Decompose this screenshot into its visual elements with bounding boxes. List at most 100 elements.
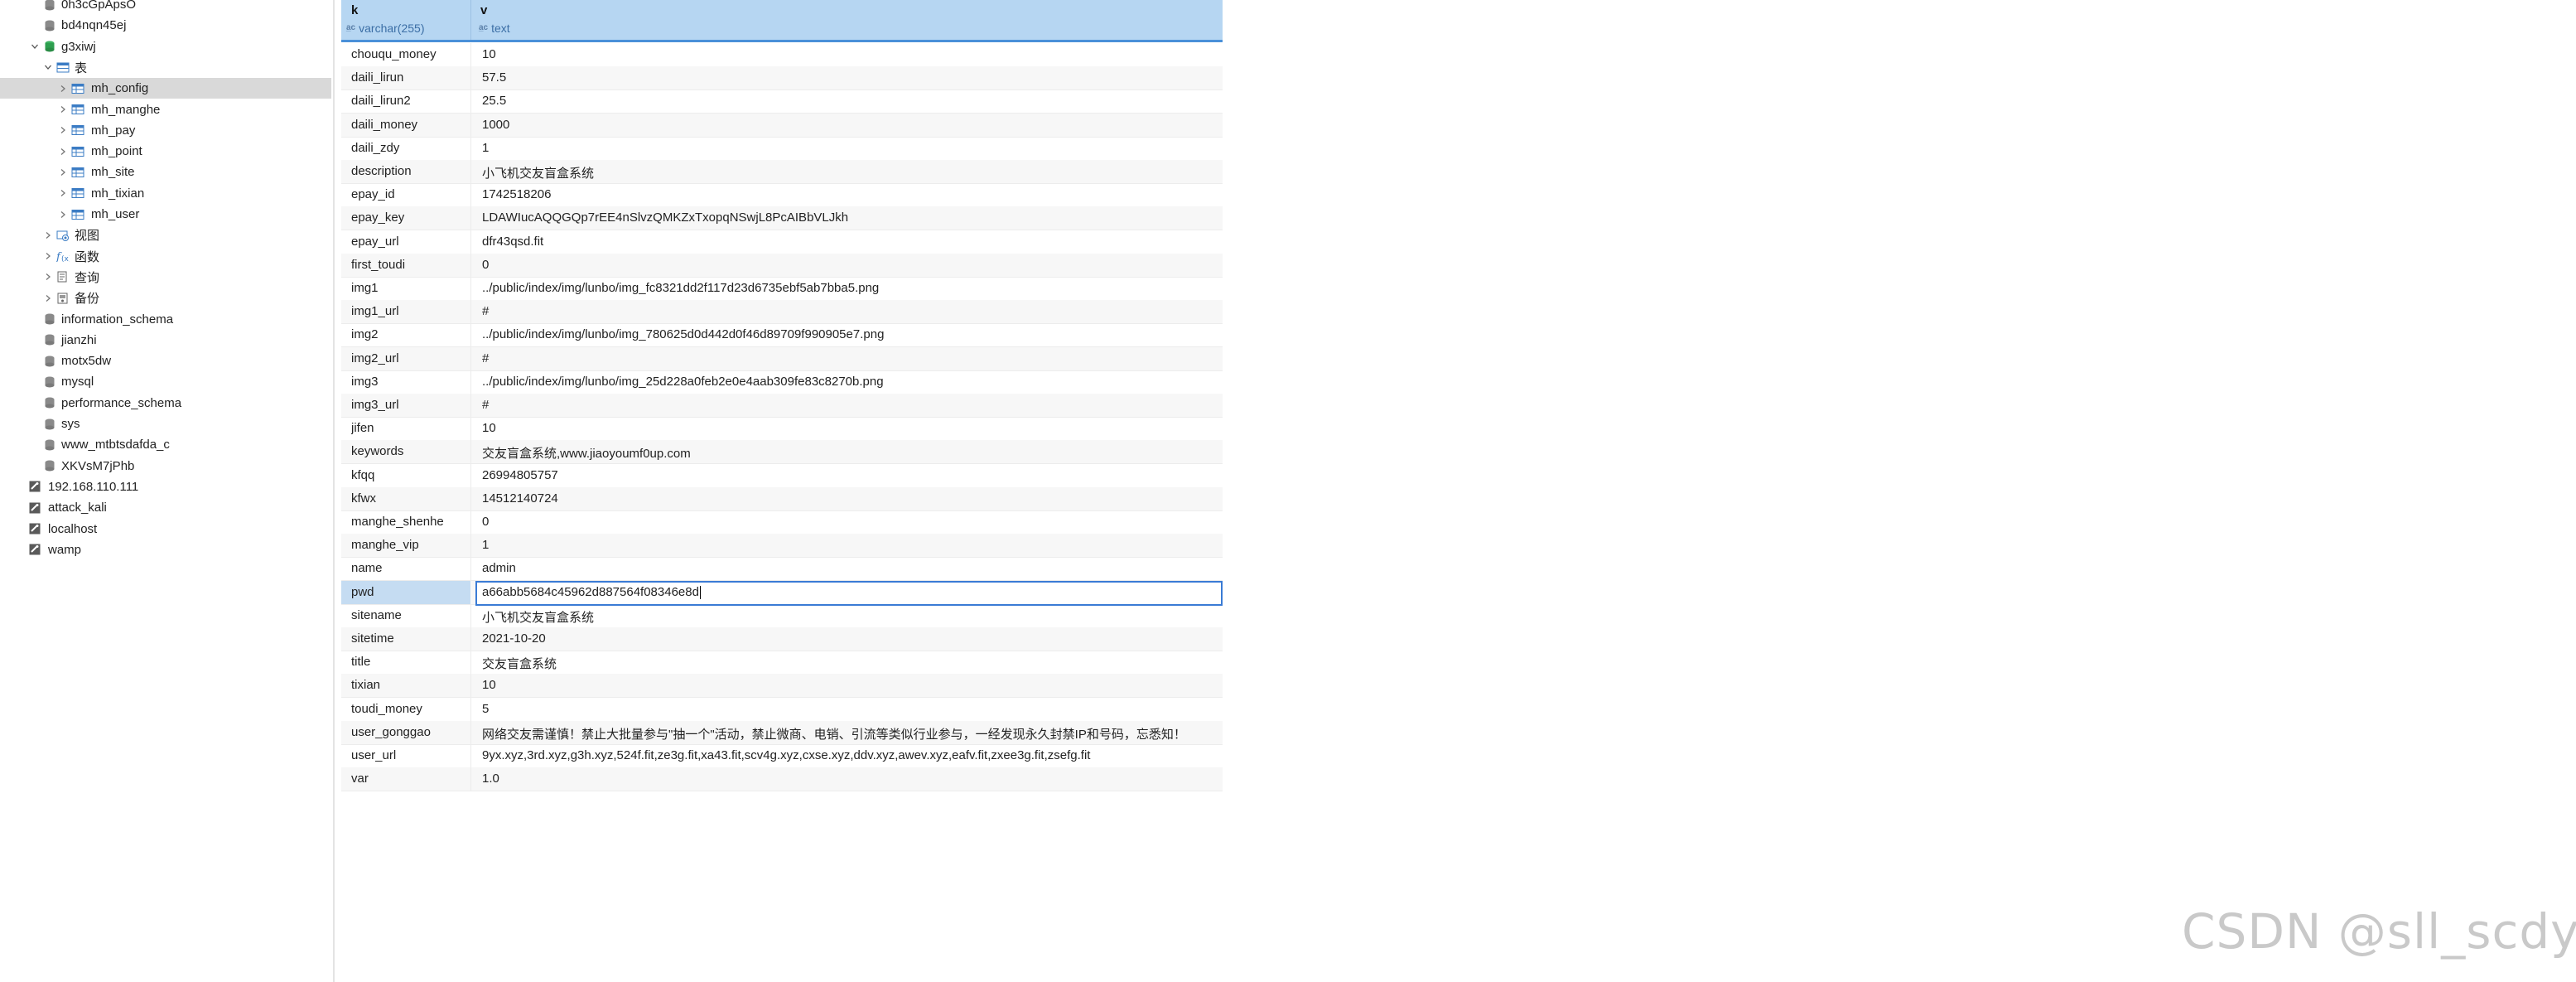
chevron-down-icon[interactable] <box>43 62 53 72</box>
cell-key[interactable]: jifen <box>351 421 467 435</box>
table-row[interactable]: daili_lirun2 25.5 <box>341 89 1223 114</box>
chevron-right-icon[interactable] <box>58 147 68 157</box>
chevron-right-icon[interactable] <box>58 84 68 94</box>
column-header-k[interactable]: k a̲c varchar(255) <box>341 0 470 40</box>
tree-item-192-168-110-111[interactable]: 192.168.110.111 <box>0 476 331 497</box>
cell-value[interactable]: 小飞机交友盲盒系统 <box>482 164 1219 181</box>
cell-key[interactable]: img1_url <box>351 304 467 318</box>
cell-value[interactable]: 1742518206 <box>482 187 1219 201</box>
cell-key[interactable]: daili_money <box>351 118 467 132</box>
table-row[interactable]: tixian 10 <box>341 674 1223 699</box>
table-row[interactable]: chouqu_money 10 <box>341 43 1223 67</box>
table-row[interactable]: user_url 9yx.xyz,3rd.xyz,g3h.xyz,524f.fit… <box>341 744 1223 768</box>
chevron-right-icon[interactable] <box>58 210 68 220</box>
cell-key[interactable]: user_gonggao <box>351 725 467 739</box>
cell-value[interactable]: 交友盲盒系统,www.jiaoyoumf0up.com <box>482 444 1219 462</box>
cell-value[interactable]: 9yx.xyz,3rd.xyz,g3h.xyz,524f.fit,ze3g.fi… <box>482 748 1219 762</box>
cell-key[interactable]: var <box>351 772 467 786</box>
cell-value[interactable]: ../public/index/img/lunbo/img_25d228a0fe… <box>482 375 1219 389</box>
cell-key[interactable]: toudi_money <box>351 702 467 716</box>
cell-key[interactable]: keywords <box>351 444 467 458</box>
cell-value[interactable]: 交友盲盒系统 <box>482 655 1219 672</box>
table-row[interactable]: epay_url dfr43qsd.fit <box>341 230 1223 254</box>
cell-key[interactable]: img3 <box>351 375 467 389</box>
table-row[interactable]: sitetime 2021-10-20 <box>341 627 1223 651</box>
chevron-right-icon[interactable] <box>58 167 68 177</box>
tree-item-xkvsm7jphb[interactable]: XKVsM7jPhb <box>0 456 331 476</box>
tree-item-mysql[interactable]: mysql <box>0 371 331 392</box>
table-row[interactable]: daili_zdy 1 <box>341 136 1223 161</box>
table-row[interactable]: img3 ../public/index/img/lunbo/img_25d228… <box>341 370 1223 394</box>
tree-item-attack-kali[interactable]: attack_kali <box>0 497 331 518</box>
chevron-right-icon[interactable] <box>58 188 68 198</box>
cell-value[interactable]: # <box>482 304 1219 318</box>
chevron-right-icon[interactable] <box>58 125 68 135</box>
tree-item-mh-point[interactable]: mh_point <box>0 141 331 162</box>
chevron-right-icon[interactable] <box>43 251 53 261</box>
chevron-right-icon[interactable] <box>43 272 53 282</box>
cell-key[interactable]: kfwx <box>351 491 467 506</box>
cell-value[interactable]: 10 <box>482 421 1219 435</box>
tree-item-jianzhi[interactable]: jianzhi <box>0 330 331 351</box>
cell-value[interactable]: 0 <box>482 515 1219 529</box>
table-row[interactable]: manghe_shenhe 0 <box>341 510 1223 535</box>
cell-value[interactable]: 1.0 <box>482 772 1219 786</box>
table-row[interactable]: img2 ../public/index/img/lunbo/img_780625… <box>341 323 1223 348</box>
cell-key[interactable]: img2_url <box>351 351 467 365</box>
table-row[interactable]: kfqq 26994805757 <box>341 463 1223 488</box>
cell-value[interactable]: 2021-10-20 <box>482 631 1219 646</box>
table-row[interactable]: epay_key LDAWIucAQQGQp7rEE4nSlvzQMKZxTxop… <box>341 206 1223 231</box>
chevron-right-icon[interactable] <box>43 293 53 303</box>
table-row[interactable]: daili_money 1000 <box>341 113 1223 138</box>
table-row[interactable]: img3_url # <box>341 394 1223 418</box>
cell-value[interactable]: 14512140724 <box>482 491 1219 506</box>
chevron-right-icon[interactable] <box>43 230 53 240</box>
cell-value-editing[interactable]: a66abb5684c45962d887564f08346e8d <box>482 585 1219 599</box>
cell-key[interactable]: title <box>351 655 467 669</box>
tree-item--[interactable]: f(x) 函数 <box>0 246 331 267</box>
table-row[interactable]: first_toudi 0 <box>341 253 1223 278</box>
cell-key[interactable]: daili_lirun2 <box>351 94 467 108</box>
table-row[interactable]: name admin <box>341 557 1223 582</box>
cell-value[interactable]: 1 <box>482 538 1219 552</box>
cell-value[interactable]: 0 <box>482 258 1219 272</box>
cell-value[interactable]: dfr43qsd.fit <box>482 235 1219 249</box>
cell-key[interactable]: manghe_vip <box>351 538 467 552</box>
cell-value[interactable]: # <box>482 351 1219 365</box>
cell-key[interactable]: sitetime <box>351 631 467 646</box>
table-row[interactable]: pwd a66abb5684c45962d887564f08346e8d <box>341 580 1223 606</box>
cell-key[interactable]: tixian <box>351 678 467 692</box>
tree-item-mh-site[interactable]: mh_site <box>0 162 331 182</box>
cell-value[interactable]: ../public/index/img/lunbo/img_fc8321dd2f… <box>482 281 1219 295</box>
cell-value[interactable]: 10 <box>482 47 1219 61</box>
table-row[interactable]: sitename 小飞机交友盲盒系统 <box>341 603 1223 628</box>
cell-value[interactable]: 57.5 <box>482 70 1219 85</box>
cell-key[interactable]: epay_key <box>351 210 467 225</box>
cell-value[interactable]: LDAWIucAQQGQp7rEE4nSlvzQMKZxTxopqNSwjL8P… <box>482 210 1219 225</box>
tree-item-wamp[interactable]: wamp <box>0 539 331 560</box>
table-row[interactable]: daili_lirun 57.5 <box>341 66 1223 91</box>
cell-key[interactable]: pwd <box>351 585 467 599</box>
tree-item-g3xiwj[interactable]: g3xiwj <box>0 36 331 57</box>
cell-key[interactable]: kfqq <box>351 468 467 482</box>
cell-value[interactable]: 25.5 <box>482 94 1219 108</box>
table-row[interactable]: description 小飞机交友盲盒系统 <box>341 160 1223 184</box>
tree-item-mh-tixian[interactable]: mh_tixian <box>0 183 331 204</box>
table-row[interactable]: title 交友盲盒系统 <box>341 651 1223 675</box>
tree-item-mh-user[interactable]: mh_user <box>0 204 331 225</box>
tree-item-localhost[interactable]: localhost <box>0 519 331 539</box>
cell-key[interactable]: chouqu_money <box>351 47 467 61</box>
cell-value[interactable]: 10 <box>482 678 1219 692</box>
cell-value[interactable]: 5 <box>482 702 1219 716</box>
tree-item-information-schema[interactable]: information_schema <box>0 309 331 330</box>
tree-item-performance-schema[interactable]: performance_schema <box>0 393 331 414</box>
table-row[interactable]: jifen 10 <box>341 417 1223 442</box>
cell-key[interactable]: img1 <box>351 281 467 295</box>
tree-item-www-mtbtsdafda-c[interactable]: www_mtbtsdafda_c <box>0 434 331 455</box>
column-header-v[interactable]: v a̲c text <box>470 0 1223 40</box>
cell-key[interactable]: daili_lirun <box>351 70 467 85</box>
cell-key[interactable]: user_url <box>351 748 467 762</box>
cell-value[interactable]: admin <box>482 561 1219 575</box>
table-row[interactable]: toudi_money 5 <box>341 697 1223 722</box>
tree-item--[interactable]: 查询 <box>0 267 331 288</box>
